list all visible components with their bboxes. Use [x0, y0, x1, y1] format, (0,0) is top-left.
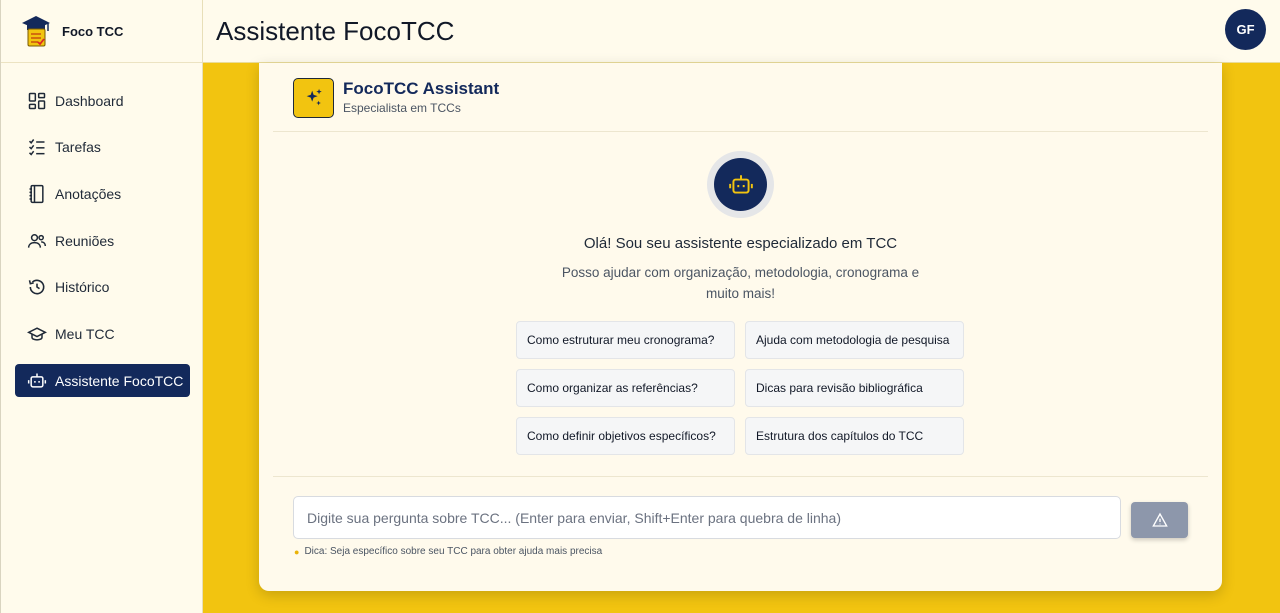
graduation-logo-icon	[22, 16, 50, 47]
chat-card: FocoTCC Assistant Especialista em TCCs O…	[259, 63, 1222, 591]
bot-avatar	[707, 151, 774, 218]
robot-icon	[27, 373, 47, 388]
sparkles-icon	[293, 78, 334, 118]
brand[interactable]: Foco TCC	[1, 0, 202, 63]
welcome-section: Olá! Sou seu assistente especializado em…	[259, 151, 1222, 304]
welcome-title: Olá! Sou seu assistente especializado em…	[583, 235, 898, 252]
sidebar: Foco TCC Dashboard Tarefas Anotações Reu…	[0, 0, 203, 613]
tasks-icon	[28, 139, 45, 156]
users-icon	[27, 233, 47, 248]
history-icon	[28, 279, 45, 295]
top-header: Assistente FocoTCC GF	[203, 0, 1280, 63]
suggestion-chip[interactable]: Ajuda com metodologia de pesquisa	[745, 321, 964, 359]
suggestion-chip[interactable]: Dicas para revisão bibliográfica	[745, 369, 964, 407]
sidebar-item-label: Meu TCC	[55, 325, 115, 342]
send-button[interactable]	[1131, 502, 1188, 538]
suggestion-chip[interactable]: Como organizar as referências?	[516, 369, 735, 407]
avatar[interactable]: GF	[1225, 9, 1266, 50]
send-icon	[1151, 512, 1168, 527]
tip-label: Dica: Seja específico sobre seu TCC para…	[304, 546, 603, 557]
sidebar-item-label: Dashboard	[55, 92, 124, 109]
suggestion-chip[interactable]: Como estruturar meu cronograma?	[516, 321, 735, 359]
page-title: Assistente FocoTCC	[216, 15, 455, 46]
notebook-icon	[29, 184, 44, 203]
lightbulb-icon: ●	[294, 546, 300, 557]
main-area: FocoTCC Assistant Especialista em TCCs O…	[203, 63, 1280, 613]
chat-input-area: ● Dica: Seja específico sobre seu TCC pa…	[273, 476, 1208, 576]
suggestion-grid: Como estruturar meu cronograma? Ajuda co…	[516, 321, 964, 455]
suggestion-chip[interactable]: Estrutura dos capítulos do TCC	[745, 417, 964, 455]
tip-text: ● Dica: Seja específico sobre seu TCC pa…	[294, 546, 602, 557]
suggestion-chip[interactable]: Como definir objetivos específicos?	[516, 417, 735, 455]
dashboard-icon	[28, 92, 46, 109]
sidebar-item-assistente[interactable]: Assistente FocoTCC	[15, 364, 190, 398]
chat-input[interactable]	[293, 496, 1121, 539]
graduation-cap-icon	[27, 327, 47, 341]
brand-name: Foco TCC	[62, 23, 124, 39]
sidebar-item-tarefas[interactable]: Tarefas	[15, 131, 190, 164]
sidebar-item-label: Tarefas	[55, 139, 101, 156]
sidebar-item-label: Histórico	[55, 279, 110, 296]
sidebar-item-dashboard[interactable]: Dashboard	[15, 84, 190, 117]
sidebar-item-label: Assistente FocoTCC	[55, 372, 184, 389]
sidebar-item-anotacoes[interactable]: Anotações	[15, 177, 190, 210]
sidebar-nav: Dashboard Tarefas Anotações Reuniões His…	[1, 63, 202, 398]
assistant-header: FocoTCC Assistant Especialista em TCCs	[273, 63, 1208, 132]
assistant-subtitle: Especialista em TCCs	[343, 101, 461, 115]
sidebar-item-reunioes[interactable]: Reuniões	[15, 224, 190, 257]
sidebar-item-label: Anotações	[55, 185, 122, 202]
sidebar-item-label: Reuniões	[55, 232, 115, 249]
sidebar-item-historico[interactable]: Histórico	[15, 271, 190, 304]
welcome-subtitle: Posso ajudar com organização, metodologi…	[561, 265, 920, 301]
robot-icon	[728, 174, 753, 194]
assistant-title: FocoTCC Assistant	[343, 79, 500, 98]
sidebar-item-meu-tcc[interactable]: Meu TCC	[15, 317, 190, 350]
